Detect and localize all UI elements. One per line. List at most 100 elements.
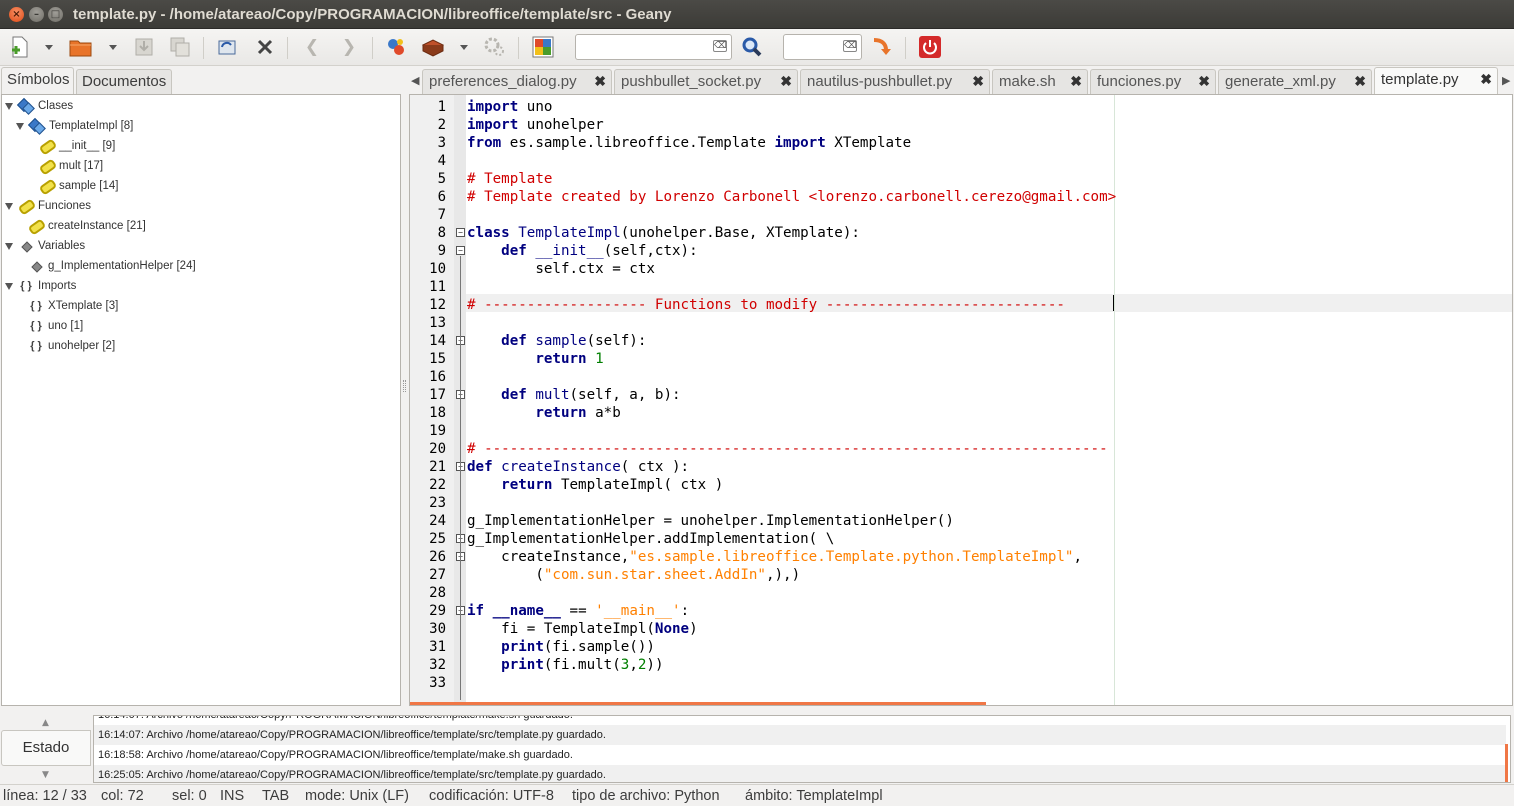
code-line[interactable]: 20 # ------------------------------------… xyxy=(410,440,1510,458)
code-line[interactable]: 30 fi = TemplateImpl(None) xyxy=(410,620,1510,638)
scroll-up-icon[interactable]: ▲ xyxy=(42,718,49,728)
code-line[interactable]: 12 # ------------------- Functions to mod… xyxy=(410,296,1510,314)
code-line[interactable]: 14− def sample(self): xyxy=(410,332,1510,350)
vertical-scrollbar[interactable] xyxy=(1505,744,1508,782)
code-line[interactable]: 23 xyxy=(410,494,1510,512)
code-line[interactable]: 13 xyxy=(410,314,1510,332)
code-line[interactable]: 31 print(fi.sample()) xyxy=(410,638,1510,656)
tree-item-variables[interactable]: Variables xyxy=(5,237,85,255)
close-tab-icon[interactable]: ✖ xyxy=(1198,73,1210,90)
close-tab-icon[interactable]: ✖ xyxy=(1480,71,1492,88)
build-icon[interactable] xyxy=(421,35,445,59)
tree-item-init[interactable]: __init__ [9] xyxy=(39,137,115,155)
code-line[interactable]: 1 import uno xyxy=(410,98,1510,116)
tree-item-g-implementationhelper[interactable]: g_ImplementationHelper [24] xyxy=(28,257,196,275)
tree-item-createinstance[interactable]: createInstance [21] xyxy=(28,217,146,235)
expander-icon[interactable] xyxy=(5,202,13,210)
close-tab-icon[interactable]: ✖ xyxy=(972,73,984,90)
code-line[interactable]: 21−def createInstance( ctx ): xyxy=(410,458,1510,476)
code-line[interactable]: 29−if __name__ == '__main__': xyxy=(410,602,1510,620)
close-file-icon[interactable] xyxy=(253,35,277,59)
scroll-down-icon[interactable]: ▼ xyxy=(42,770,49,780)
close-tab-icon[interactable]: ✖ xyxy=(1070,73,1082,90)
code-line[interactable]: 16 xyxy=(410,368,1510,386)
navigate-back-icon[interactable]: ❮ xyxy=(300,35,324,59)
tab-preferences-dialog[interactable]: preferences_dialog.py ✖ xyxy=(422,69,612,94)
close-tab-icon[interactable]: ✖ xyxy=(780,73,792,90)
tree-item-functions[interactable]: Funciones xyxy=(5,197,91,215)
save-all-icon[interactable] xyxy=(168,35,192,59)
expander-icon[interactable] xyxy=(5,102,13,110)
fold-toggle-icon[interactable]: − xyxy=(456,246,465,255)
code-line[interactable]: 11 xyxy=(410,278,1510,296)
code-line[interactable]: 4 xyxy=(410,152,1510,170)
open-file-dropdown-icon[interactable] xyxy=(109,45,117,50)
code-line[interactable]: 5 # Template xyxy=(410,170,1510,188)
tree-item-templateimpl[interactable]: TemplateImpl [8] xyxy=(16,117,133,135)
code-line[interactable]: 28 xyxy=(410,584,1510,602)
minimize-window-icon[interactable]: – xyxy=(29,7,44,22)
search-icon[interactable] xyxy=(740,35,764,59)
navigate-forward-icon[interactable]: ❯ xyxy=(337,35,361,59)
tab-template-py[interactable]: template.py ✖ xyxy=(1374,67,1498,94)
tree-item-mult[interactable]: mult [17] xyxy=(39,157,103,175)
tab-pushbullet-socket[interactable]: pushbullet_socket.py ✖ xyxy=(614,69,798,94)
pane-splitter-handle[interactable] xyxy=(403,380,406,392)
code-line[interactable]: 24 g_ImplementationHelper = unohelper.Imp… xyxy=(410,512,1510,530)
code-line[interactable]: 8 − class TemplateImpl(unohelper.Base, XTe… xyxy=(410,224,1510,242)
code-line[interactable]: 9 − def __init__(self,ctx): xyxy=(410,242,1510,260)
tree-item-unohelper[interactable]: { } unohelper [2] xyxy=(28,337,115,355)
close-window-icon[interactable]: × xyxy=(9,7,24,22)
code-line[interactable]: 22 return TemplateImpl( ctx ) xyxy=(410,476,1510,494)
expander-icon[interactable] xyxy=(5,242,13,250)
color-chooser-icon[interactable] xyxy=(531,35,555,59)
expander-icon[interactable] xyxy=(5,282,13,290)
maximize-window-icon[interactable]: □ xyxy=(48,7,63,22)
tab-documents[interactable]: Documentos xyxy=(76,69,172,94)
tab-symbols[interactable]: Símbolos xyxy=(1,67,74,94)
goto-line-icon[interactable] xyxy=(869,35,893,59)
code-line[interactable]: 17− def mult(self, a, b): xyxy=(410,386,1510,404)
revert-icon[interactable] xyxy=(215,35,239,59)
code-line[interactable]: 33 xyxy=(410,674,1510,692)
compile-icon[interactable] xyxy=(384,35,408,59)
quit-icon[interactable] xyxy=(918,35,942,59)
new-file-dropdown-icon[interactable] xyxy=(45,45,53,50)
tree-item-uno[interactable]: { } uno [1] xyxy=(28,317,83,335)
tree-item-sample[interactable]: sample [14] xyxy=(39,177,118,195)
tree-item-classes[interactable]: Clases xyxy=(5,97,73,115)
close-tab-icon[interactable]: ✖ xyxy=(1354,73,1366,90)
horizontal-scrollbar[interactable] xyxy=(410,702,986,705)
code-line[interactable]: 32 print(fi.mult(3,2)) xyxy=(410,656,1510,674)
save-icon[interactable] xyxy=(132,35,156,59)
tab-nautilus-pushbullet[interactable]: nautilus-pushbullet.py ✖ xyxy=(800,69,990,94)
tree-item-xtemplate[interactable]: { } XTemplate [3] xyxy=(28,297,118,315)
tab-scroll-right-icon[interactable]: ▶ xyxy=(1502,74,1510,87)
code-line[interactable]: 6 # Template created by Lorenzo Carbonell… xyxy=(410,188,1510,206)
execute-icon[interactable] xyxy=(483,35,507,59)
code-line[interactable]: 18 return a*b xyxy=(410,404,1510,422)
tab-make-sh[interactable]: make.sh ✖ xyxy=(992,69,1088,94)
code-line[interactable]: 10 self.ctx = ctx xyxy=(410,260,1510,278)
fold-toggle-icon[interactable]: − xyxy=(456,228,465,237)
goto-line-input[interactable]: ⌫ xyxy=(783,34,862,60)
code-line[interactable]: 2 import unohelper xyxy=(410,116,1510,134)
code-editor[interactable]: 1 import uno 2 import unohelper 3 from es.sam… xyxy=(409,94,1513,706)
tree-item-imports[interactable]: { } Imports xyxy=(5,277,76,295)
new-file-icon[interactable] xyxy=(8,35,32,59)
code-line[interactable]: 26− createInstance,"es.sample.libreoffic… xyxy=(410,548,1510,566)
clear-goto-icon[interactable]: ⌫ xyxy=(843,40,857,52)
tab-generate-xml[interactable]: generate_xml.py ✖ xyxy=(1218,69,1372,94)
code-line[interactable]: 15 return 1 xyxy=(410,350,1510,368)
close-tab-icon[interactable]: ✖ xyxy=(594,73,606,90)
tab-scroll-left-icon[interactable]: ◀ xyxy=(411,74,419,87)
build-dropdown-icon[interactable] xyxy=(460,45,468,50)
search-input[interactable]: ⌫ xyxy=(575,34,732,60)
code-line[interactable]: 27 ("com.sun.star.sheet.AddIn",),) xyxy=(410,566,1510,584)
code-line[interactable]: 25−g_ImplementationHelper.addImplementat… xyxy=(410,530,1510,548)
expander-icon[interactable] xyxy=(16,122,24,130)
clear-search-icon[interactable]: ⌫ xyxy=(713,40,727,52)
tab-status[interactable]: Estado xyxy=(1,730,91,766)
code-line[interactable]: 3 from es.sample.libreoffice.Template imp… xyxy=(410,134,1510,152)
code-line[interactable]: 19 xyxy=(410,422,1510,440)
